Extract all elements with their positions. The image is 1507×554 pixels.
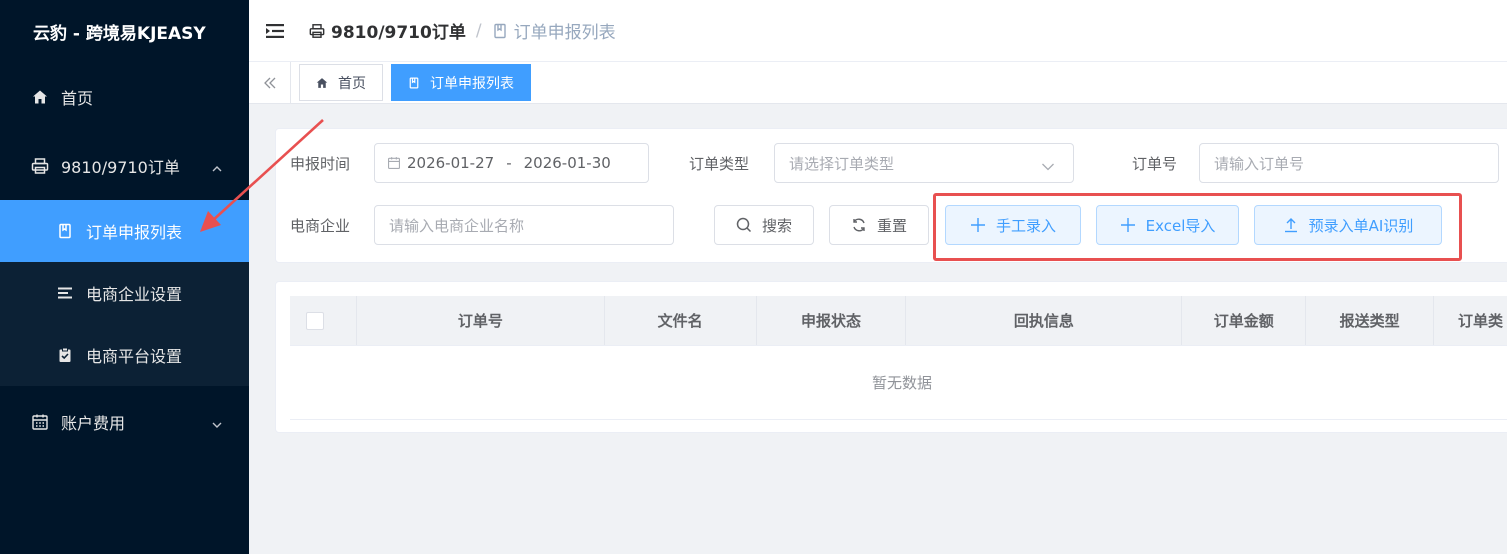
sidebar-item-label: 电商企业设置 [86,285,183,304]
breadcrumb-item-order-list: 订单申报列表 [492,18,616,43]
app-logo: 云豹 - 跨境易KJEASY [33,23,206,44]
sidebar-item-home[interactable]: 首页 [0,62,249,132]
order-type-placeholder: 请选择订单类型 [789,154,895,173]
book-icon [492,23,508,39]
company-placeholder: 请输入电商企业名称 [389,216,525,235]
tab-home[interactable]: 首页 [299,64,383,101]
date-separator: - [506,154,512,172]
table-empty-state: 暂无数据 [290,346,1507,420]
order-no-input[interactable]: 请输入订单号 [1199,143,1499,183]
table-panel: 订单号 文件名 申报状态 回执信息 订单金额 报送类型 订单类 暂无数据 [275,281,1507,433]
search-button-label: 搜索 [761,216,792,235]
search-button[interactable]: 搜索 [714,205,814,245]
sidebar-item-label: 账户费用 [61,414,126,433]
sidebar-item-label: 首页 [61,89,94,108]
order-type-label: 订单类型 [689,155,750,173]
select-all-checkbox[interactable] [305,311,324,330]
breadcrumb-separator: / [475,20,482,41]
chevron-down-icon [1041,158,1055,171]
column-header[interactable]: 申报状态 [757,296,907,345]
tags-view-bar: 首页 订单申报列表 [249,61,1507,104]
list-icon [56,284,74,302]
date-start[interactable]: 2026-01-27 [407,154,494,172]
column-header[interactable]: 订单类 [1434,296,1507,345]
order-no-label: 订单号 [1132,155,1178,173]
calendar-icon [31,413,49,431]
order-type-select[interactable]: 请选择订单类型 [774,143,1074,183]
date-end[interactable]: 2026-01-30 [524,154,611,172]
sidebar-item-label: 订单申报列表 [86,223,183,242]
column-header[interactable]: 文件名 [605,296,757,345]
double-chevron-left-icon[interactable] [249,61,291,104]
company-label: 电商企业 [290,217,351,235]
company-input[interactable]: 请输入电商企业名称 [374,205,674,245]
breadcrumb-last-label: 订单申报列表 [513,23,616,43]
table-header: 订单号 文件名 申报状态 回执信息 订单金额 报送类型 订单类 [290,296,1507,346]
sidebar-item-orders[interactable]: 9810/9710订单 [0,132,249,200]
date-range-picker[interactable]: 2026-01-27 - 2026-01-30 [374,143,649,183]
tab-order-list[interactable]: 订单申报列表 [391,64,531,101]
chevron-up-icon [211,160,223,172]
book-icon [56,222,74,240]
breadcrumb-item-orders[interactable]: 9810/9710订单 [309,18,466,43]
search-icon [736,217,752,233]
breadcrumb: 9810/9710订单 / 订单申报列表 [309,18,616,43]
order-no-placeholder: 请输入订单号 [1214,154,1305,173]
column-header[interactable]: 回执信息 [906,296,1183,345]
refresh-icon [851,217,867,233]
sidebar-item-platform-settings[interactable]: 电商平台设置 [0,324,249,386]
printer-icon [309,23,325,39]
clipboard-check-icon [56,346,74,364]
empty-text: 暂无数据 [871,374,932,392]
sidebar-item-label: 9810/9710订单 [61,158,180,177]
sidebar-item-label: 电商平台设置 [86,347,183,366]
calendar-icon [387,156,401,170]
sidebar-item-order-list[interactable]: 订单申报列表 [0,200,249,262]
printer-icon [31,157,49,175]
chevron-down-icon [211,416,223,428]
tab-label: 订单申报列表 [430,75,514,92]
column-header[interactable]: 报送类型 [1306,296,1435,345]
menu-fold-icon[interactable] [265,23,285,39]
reset-button-label: 重置 [876,216,907,235]
annotation-highlight-box [933,193,1462,261]
tab-label: 首页 [338,75,366,92]
declare-time-label: 申报时间 [290,155,351,173]
column-header[interactable]: 订单金额 [1182,296,1307,345]
sidebar-submenu: 订单申报列表 电商企业设置 电商平台设置 [0,200,249,386]
breadcrumb-first-label: 9810/9710订单 [331,23,466,43]
book-icon [408,77,420,89]
sidebar: 云豹 - 跨境易KJEASY 首页 9810/9710订单 订单申报列表 电商企… [0,0,249,554]
home-icon [31,88,49,106]
column-header[interactable]: 订单号 [357,296,605,345]
sidebar-item-company-settings[interactable]: 电商企业设置 [0,262,249,324]
reset-button[interactable]: 重置 [829,205,929,245]
home-icon [316,77,328,89]
sidebar-item-account-fees[interactable]: 账户费用 [0,386,249,458]
select-all-cell [290,296,357,345]
top-header: 9810/9710订单 / 订单申报列表 [249,0,1507,62]
